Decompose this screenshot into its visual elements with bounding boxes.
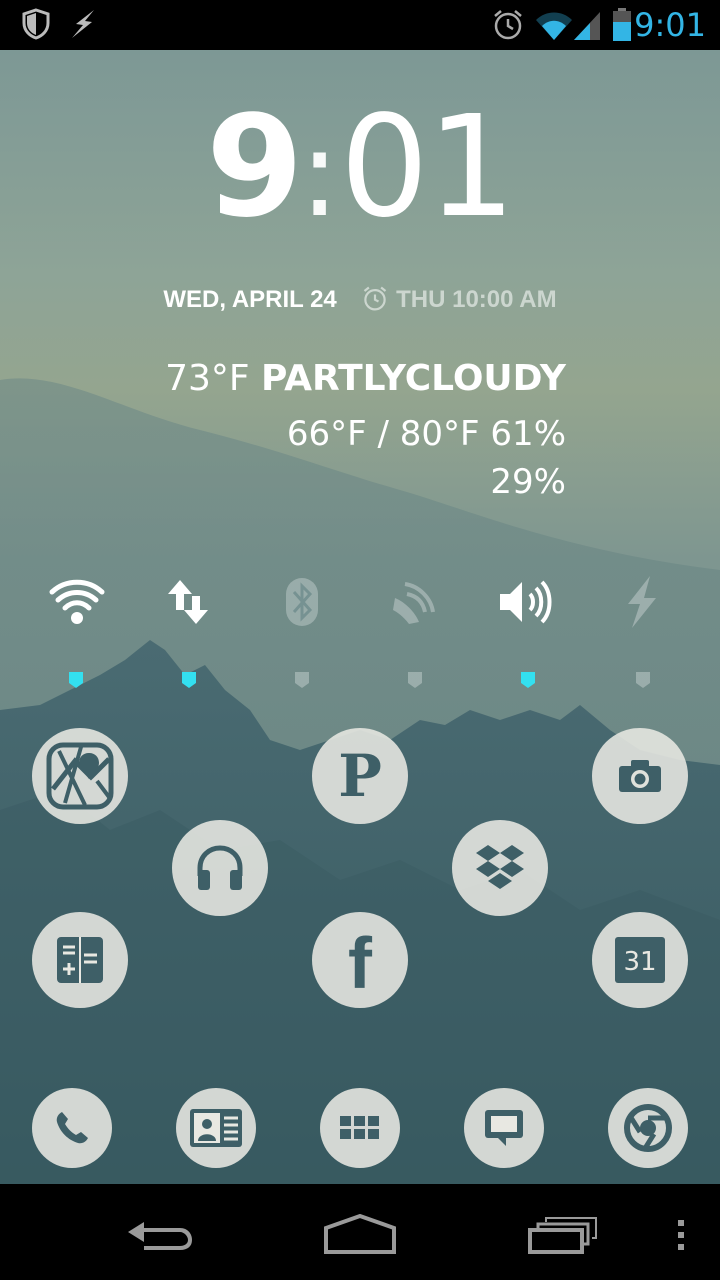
calculator-app[interactable] <box>32 912 128 1008</box>
alarm-icon <box>494 10 522 40</box>
clock-minutes: 01 <box>339 86 516 249</box>
sync-toggle-icon[interactable] <box>385 572 445 632</box>
bluetooth-indicator <box>295 672 309 688</box>
contacts-icon <box>190 1109 242 1147</box>
alarm-icon <box>364 286 387 311</box>
wifi-indicator <box>69 672 83 688</box>
pocket-app[interactable]: P <box>312 728 408 824</box>
navigation-bar <box>0 1184 720 1280</box>
camera-icon <box>619 760 661 792</box>
status-bar[interactable]: 9:01 <box>0 0 720 50</box>
shield-icon <box>22 8 50 40</box>
weather-low-high-humidity: 66°F / 80°F 61% <box>286 414 566 454</box>
data-arrows-toggle-icon[interactable] <box>160 572 220 632</box>
dropbox-icon <box>476 845 524 889</box>
battery-icon <box>613 8 631 41</box>
music-app[interactable] <box>172 820 268 916</box>
facebook-icon: f <box>348 924 372 1004</box>
chrome-app[interactable] <box>608 1088 688 1168</box>
weather-current[interactable]: 73°F PARTLYCLOUDY <box>165 358 566 399</box>
p-letter-icon: P <box>338 742 382 810</box>
cellular-signal-icon <box>574 12 600 40</box>
menu-icon[interactable] <box>676 1218 686 1252</box>
sound-indicator <box>521 672 535 688</box>
lightning-icon <box>72 10 94 38</box>
wifi-toggle-icon[interactable] <box>47 572 107 632</box>
phone-app[interactable] <box>32 1088 112 1168</box>
calendar-icon: 31 <box>615 937 665 983</box>
app-drawer-icon <box>340 1116 379 1139</box>
bluetooth-toggle-icon[interactable] <box>272 572 332 632</box>
date-text: WED, APRIL 24 <box>163 286 337 313</box>
flash-toggle-icon[interactable] <box>612 572 672 632</box>
wifi-icon <box>536 12 572 40</box>
contacts-app[interactable] <box>176 1088 256 1168</box>
date-row: WED, APRIL 24 THU 10:00 AM <box>0 284 720 314</box>
app-drawer[interactable] <box>320 1088 400 1168</box>
speaker-toggle-icon[interactable] <box>498 572 558 632</box>
home-icon[interactable] <box>322 1214 398 1254</box>
status-clock: 9:01 <box>634 6 706 44</box>
clock-hour: 9 <box>205 86 303 249</box>
current-temp: 73°F <box>165 358 250 399</box>
messaging-icon <box>485 1110 523 1146</box>
calendar-day: 31 <box>623 947 657 977</box>
facebook-app[interactable]: f <box>312 912 408 1008</box>
phone-icon <box>56 1112 88 1144</box>
chrome-icon <box>624 1104 672 1152</box>
clock-widget[interactable]: 9:01 <box>0 98 720 238</box>
camera-app[interactable] <box>592 728 688 824</box>
recents-icon[interactable] <box>526 1216 598 1254</box>
clock-separator: : <box>299 105 340 244</box>
weather-condition: PARTLYCLOUDY <box>261 358 566 399</box>
flash-indicator <box>636 672 650 688</box>
back-icon[interactable] <box>124 1218 196 1254</box>
weather-precipitation: 29% <box>490 462 566 502</box>
calendar-app[interactable]: 31 <box>592 912 688 1008</box>
next-alarm-text: THU 10:00 AM <box>396 286 557 313</box>
next-alarm[interactable]: THU 10:00 AM <box>361 286 557 313</box>
data-indicator <box>182 672 196 688</box>
messaging-app[interactable] <box>464 1088 544 1168</box>
headphones-icon <box>197 845 243 890</box>
calculator-icon <box>57 937 103 983</box>
maps-app[interactable] <box>32 728 128 824</box>
maps-icon <box>46 742 114 810</box>
dropbox-app[interactable] <box>452 820 548 916</box>
sync-indicator <box>408 672 422 688</box>
